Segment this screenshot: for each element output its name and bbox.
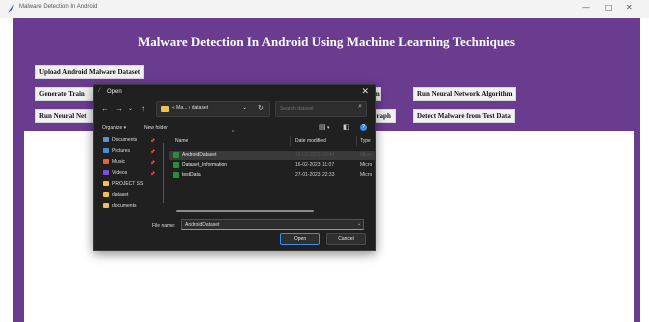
sort-caret-icon: ^ (232, 130, 235, 136)
nav-item[interactable]: Documents (103, 137, 137, 145)
videos-icon (103, 170, 109, 176)
pictures-icon (103, 148, 109, 154)
pin-icon: 📌 (150, 171, 155, 176)
file-row[interactable]: testData 27-01-2023 22:33 Micro (169, 171, 375, 180)
generate-train-button[interactable]: Generate Train (35, 87, 99, 101)
run-neural-network-button-partial[interactable]: Run Neural Net (35, 109, 99, 123)
nav-item[interactable]: PROJECT SS (103, 181, 143, 189)
window-titlebar: Malware Detection In Android — □ ✕ (0, 0, 649, 18)
page-title: Malware Detection In Android Using Machi… (138, 34, 515, 49)
feather-app-icon (8, 4, 14, 13)
folder-icon (103, 181, 109, 187)
column-type-header[interactable]: Type (360, 138, 371, 144)
open-button[interactable]: Open (280, 233, 320, 245)
file-type-cell: Micro (360, 162, 373, 168)
excel-file-icon (173, 172, 179, 178)
file-row[interactable]: Dataset_Information 16-02-2023 11:07 Micro (169, 161, 375, 170)
address-bar[interactable]: « Ma... › dataset ⌄ ↻ (156, 101, 270, 117)
nav-item-label: PROJECT SS (112, 181, 144, 187)
back-arrow-icon[interactable]: ← (101, 104, 109, 114)
pin-icon: 📌 (150, 160, 155, 165)
file-date-cell: 16-02-2023 09:44 (295, 152, 335, 158)
window-title: Malware Detection In Android (19, 4, 98, 10)
documents-icon (103, 137, 109, 143)
nav-item-label: Videos (112, 170, 128, 176)
nav-item-label: Pictures (112, 148, 131, 154)
chevron-down-icon[interactable]: ⌄ (242, 104, 247, 111)
cancel-button[interactable]: Cancel (326, 233, 366, 245)
folder-icon (161, 106, 169, 112)
help-icon[interactable]: ? (360, 124, 367, 131)
nav-item-label: documents (112, 203, 137, 209)
new-folder-button[interactable]: New folder (144, 125, 168, 131)
file-date-cell: 27-01-2023 22:33 (295, 172, 335, 178)
file-date-cell: 16-02-2023 11:07 (295, 162, 335, 168)
file-name-cell: testData (182, 172, 201, 178)
nav-item-label: Documents (112, 137, 138, 143)
feather-dialog-icon: ⁄ (99, 88, 101, 94)
maximize-button[interactable]: □ (605, 3, 613, 13)
view-options-icon[interactable]: ▤ (319, 123, 326, 131)
detect-malware-button[interactable]: Detect Malware from Test Data (413, 109, 515, 123)
forward-arrow-icon[interactable]: → (115, 104, 123, 114)
file-type-cell: Micro (360, 152, 373, 158)
minimize-button[interactable]: — (582, 3, 590, 13)
run-neural-network-algorithm-button[interactable]: Run Neural Network Algorithm (413, 87, 517, 101)
search-icon: ⌕ (358, 103, 362, 110)
refresh-icon[interactable]: ↻ (258, 104, 264, 112)
nav-item-label: Music (112, 159, 126, 165)
column-separator (356, 136, 357, 146)
pin-icon: 📌 (150, 138, 155, 143)
file-name-input[interactable] (181, 219, 364, 230)
nav-item-label: dataset (112, 192, 129, 198)
nav-item[interactable]: dataset (103, 192, 128, 200)
nav-item[interactable]: Music (103, 159, 125, 167)
view-dropdown-icon[interactable]: ▾ (327, 125, 330, 131)
horizontal-scrollbar[interactable] (176, 210, 314, 212)
excel-file-icon (173, 162, 179, 168)
folder-icon (103, 192, 109, 198)
pin-icon: 📌 (150, 149, 155, 154)
open-file-dialog: Open ⁄ ✕ ← → ⌄ ↑ « Ma... › dataset ⌄ ↻ ⌕… (93, 84, 376, 251)
up-arrow-icon[interactable]: ↑ (141, 104, 145, 114)
nav-item[interactable]: Videos (103, 170, 127, 178)
navigation-pane: Documents 📌 Pictures 📌 Music 📌 Videos 📌 PROJECT … (94, 135, 162, 215)
address-path: « Ma... › dataset (172, 105, 209, 111)
search-input[interactable] (280, 104, 350, 113)
recent-dropdown-icon[interactable]: ⌄ (128, 104, 133, 114)
music-icon (103, 159, 109, 165)
file-name-dropdown-icon[interactable]: ⌄ (357, 221, 361, 227)
nav-item[interactable]: Pictures (103, 148, 130, 156)
file-type-cell: Micro (360, 172, 373, 178)
organize-menu[interactable]: Organize ▾ (102, 125, 126, 131)
file-name-label: File name: (152, 223, 176, 229)
column-separator (290, 136, 291, 146)
file-row[interactable]: AndroidDataset 16-02-2023 09:44 Micro (169, 151, 375, 160)
file-name-cell: AndroidDataset (182, 152, 217, 158)
file-name-cell: Dataset_Information (182, 162, 228, 168)
nav-item[interactable]: documents (103, 203, 136, 211)
dialog-title: Open (107, 89, 122, 95)
nav-scrollbar[interactable] (163, 143, 164, 203)
window-close-button[interactable]: ✕ (626, 3, 633, 13)
dialog-close-icon[interactable]: ✕ (361, 86, 369, 97)
folder-icon (103, 203, 109, 209)
column-name-header[interactable]: Name (175, 138, 188, 144)
search-box[interactable]: ⌕ (275, 101, 367, 117)
upload-dataset-button[interactable]: Upload Android Malware Dataset (35, 65, 145, 79)
column-date-header[interactable]: Date modified (295, 138, 326, 144)
preview-pane-icon[interactable]: ◧ (343, 123, 350, 131)
excel-file-icon (173, 152, 179, 158)
